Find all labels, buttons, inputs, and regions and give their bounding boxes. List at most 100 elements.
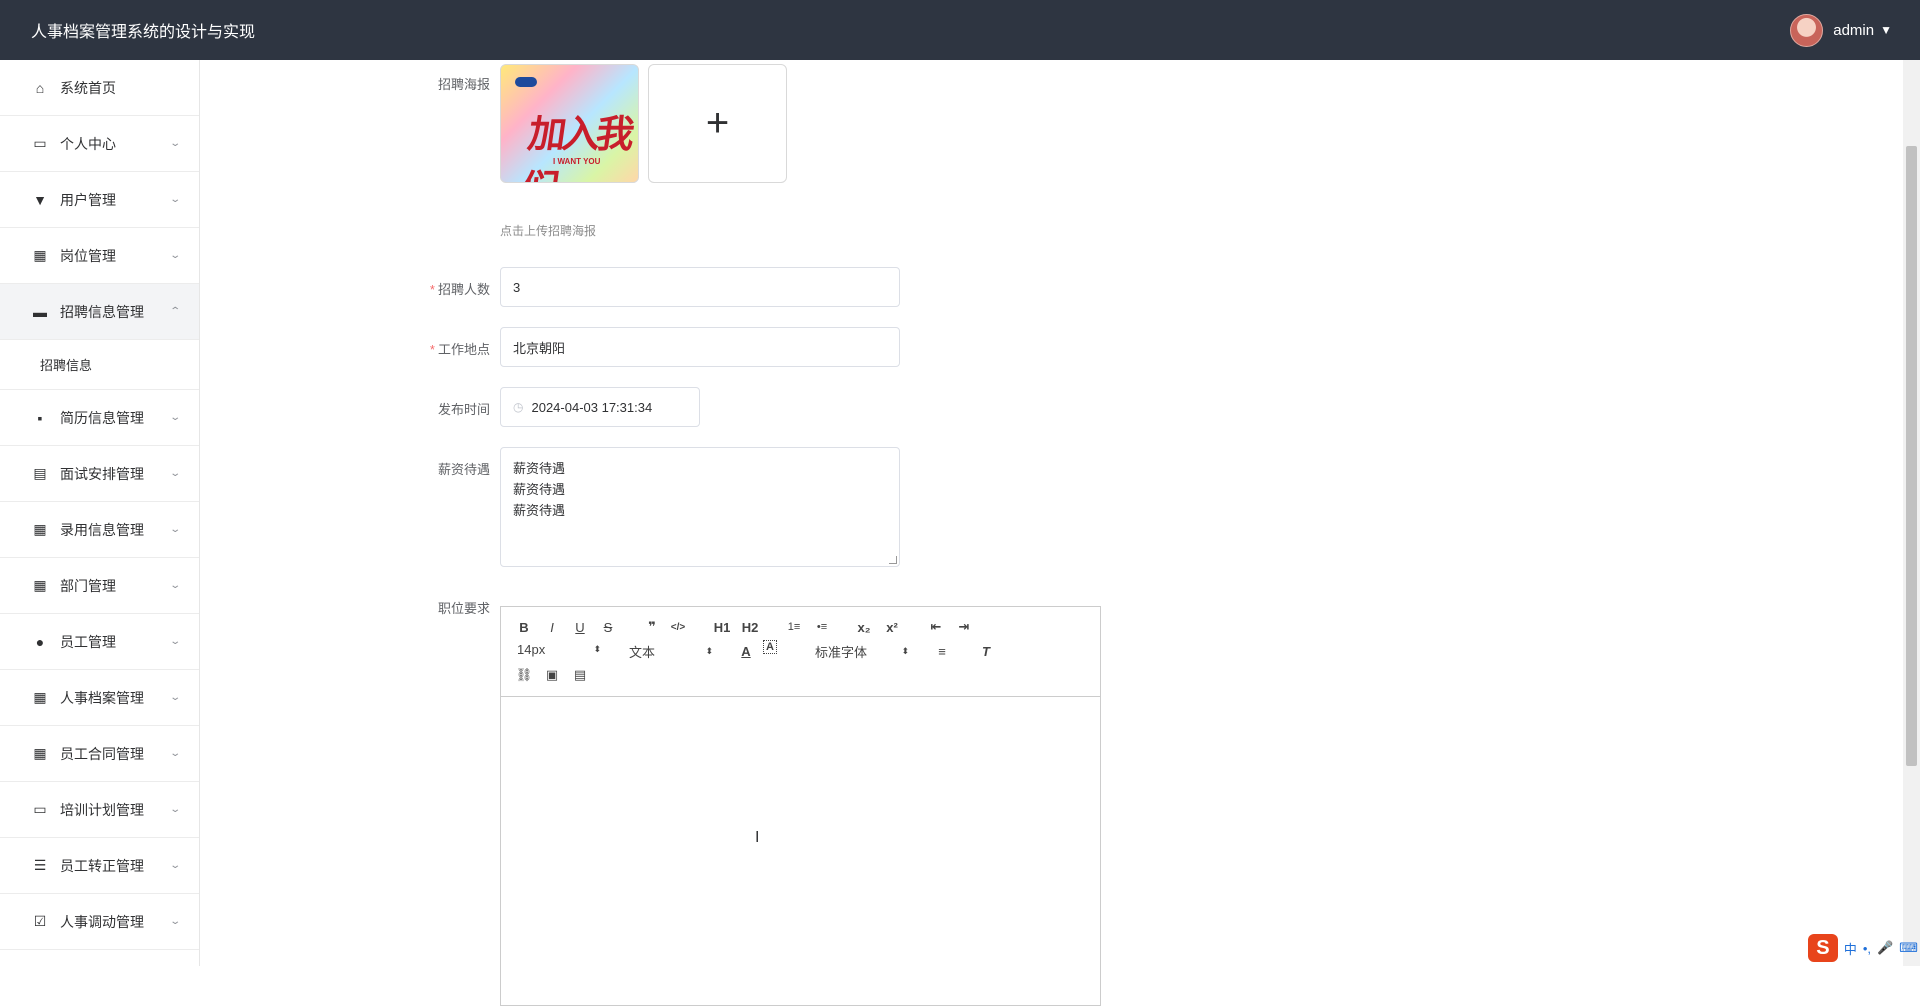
resize-handle[interactable]	[889, 556, 897, 564]
poster-thumbnail[interactable]: 加入我们 I WANT YOU	[500, 64, 639, 183]
italic-button[interactable]: I	[541, 616, 563, 638]
sidebar-item-home[interactable]: ⌂ 系统首页	[0, 60, 199, 116]
h1-button[interactable]: H1	[711, 616, 733, 638]
sidebar-item-hiring[interactable]: ▦ 录用信息管理 ⌄	[0, 502, 199, 558]
app-title: 人事档案管理系统的设计与实现	[31, 24, 256, 41]
avatar[interactable]	[1790, 13, 1824, 47]
sidebar-item-recruitment[interactable]: ▬ 招聘信息管理 ⌃	[0, 284, 199, 340]
editor-body[interactable]	[501, 697, 1100, 1005]
bold-button[interactable]: B	[513, 616, 535, 638]
sidebar-item-regularization[interactable]: ☰ 员工转正管理 ⌄	[0, 838, 199, 894]
heading-select[interactable]: 文本 ⬍	[629, 642, 713, 661]
sidebar-item-positions[interactable]: ▦ 岗位管理 ⌄	[0, 228, 199, 284]
grid-icon: ▦	[33, 745, 47, 761]
font-family-select[interactable]: 标准字体 ⬍	[815, 642, 909, 661]
superscript-button[interactable]: x²	[881, 616, 903, 638]
sidebar-item-hr-files[interactable]: ▦ 人事档案管理 ⌄	[0, 670, 199, 726]
headcount-label-text: 招聘人数	[437, 282, 490, 297]
headcount-input[interactable]: 3	[500, 267, 900, 307]
chevron-down-icon: ⌄	[168, 580, 181, 591]
clipboard-icon: ▤	[33, 465, 47, 481]
location-input[interactable]: 北京朝阳	[500, 327, 900, 367]
blockquote-button[interactable]: ❞	[641, 616, 663, 638]
outdent-button[interactable]: ⇤	[925, 616, 947, 638]
subscript-button[interactable]: x₂	[853, 616, 875, 638]
top-bar: 人事档案管理系统的设计与实现 admin ▼	[0, 0, 1920, 60]
clock-icon: ◷	[513, 400, 524, 414]
font-family-value: 标准字体	[815, 645, 868, 660]
sidebar-item-label: 培训计划管理	[60, 801, 144, 818]
chevron-down-icon: ⌄	[168, 804, 181, 815]
sidebar-item-employees[interactable]: ● 员工管理 ⌄	[0, 614, 199, 670]
briefcase-icon: ▬	[33, 303, 47, 320]
sidebar-item-transfers[interactable]: ☑ 人事调动管理 ⌄	[0, 894, 199, 950]
user-menu[interactable]: admin ▼	[1790, 13, 1892, 47]
chevron-down-icon: ⌄	[168, 412, 181, 423]
salary-textarea[interactable]: 薪资待遇 薪资待遇 薪资待遇	[500, 447, 900, 567]
font-size-select[interactable]: 14px ⬍	[517, 642, 601, 657]
image-icon[interactable]: ▣	[541, 664, 563, 686]
indent-button[interactable]: ⇥	[953, 616, 975, 638]
h2-button[interactable]: H2	[739, 616, 761, 638]
select-arrow-icon: ⬍	[593, 644, 601, 654]
chevron-down-icon: ⌄	[168, 748, 181, 759]
grid-icon: ▦	[33, 247, 47, 263]
caret-down-icon[interactable]: ▼	[1880, 23, 1892, 37]
location-label-text: 工作地点	[437, 342, 490, 357]
submenu-item-recruitment-info[interactable]: 招聘信息	[0, 340, 199, 390]
sidebar-item-contracts[interactable]: ▦ 员工合同管理 ⌄	[0, 726, 199, 782]
location-label: * 工作地点	[200, 339, 490, 358]
microphone-icon[interactable]: 🎤	[1877, 940, 1893, 956]
ime-chinese-mode[interactable]: 中	[1844, 939, 1857, 958]
ime-toolbar[interactable]: S 中 •, 🎤 ⌨	[1807, 934, 1918, 962]
scrollbar[interactable]	[1903, 60, 1920, 966]
form-area: 招聘海报 加入我们 I WANT YOU + 点击上传招聘海报 * 招聘人数 3 …	[200, 60, 1903, 1006]
chat-icon: ▪	[37, 409, 43, 426]
sidebar-item-label: 系统首页	[60, 79, 116, 96]
link-icon[interactable]: ⛓	[513, 664, 535, 686]
upload-button[interactable]: +	[648, 64, 787, 183]
leaf-icon: ●	[35, 633, 45, 650]
bullet-list-button[interactable]: •≡	[811, 616, 833, 638]
upload-hint: 点击上传招聘海报	[500, 224, 597, 238]
heading-value: 文本	[629, 645, 656, 660]
sidebar-item-label: 部门管理	[60, 577, 116, 594]
publish-time-picker[interactable]: ◷ 2024-04-03 17:31:34	[500, 387, 700, 427]
scrollbar-thumb[interactable]	[1906, 146, 1917, 766]
sogou-icon[interactable]: S	[1807, 934, 1838, 962]
sidebar-item-label: 简历信息管理	[60, 409, 144, 426]
rich-text-editor[interactable]: B I U S ❞ </> H1 H2 1≡ •≡ x₂ x² ⇤ ⇥ 14px…	[500, 606, 1101, 1006]
sidebar-item-label: 用户管理	[60, 191, 116, 208]
headcount-value: 3	[513, 279, 521, 295]
text-cursor-icon: I	[755, 829, 760, 846]
background-color-icon[interactable]: A	[763, 640, 777, 654]
keyboard-icon[interactable]: ⌨	[1899, 940, 1918, 956]
sidebar-item-resumes[interactable]: ▪ 简历信息管理 ⌄	[0, 390, 199, 446]
sidebar-item-interviews[interactable]: ▤ 面试安排管理 ⌄	[0, 446, 199, 502]
chevron-down-icon: ⌄	[168, 916, 181, 927]
grid-icon: ▦	[33, 521, 47, 537]
code-block-button[interactable]: </>	[667, 616, 689, 638]
strike-button[interactable]: S	[597, 616, 619, 638]
align-icon[interactable]: ≡	[931, 640, 953, 662]
sidebar-item-departments[interactable]: ▦ 部门管理 ⌄	[0, 558, 199, 614]
sidebar-item-profile[interactable]: ▭ 个人中心 ⌄	[0, 116, 199, 172]
chevron-down-icon: ⌄	[168, 138, 181, 149]
salary-label: 薪资待遇	[437, 462, 490, 477]
font-color-icon[interactable]: A	[735, 640, 757, 662]
publish-time-value: 2024-04-03 17:31:34	[531, 399, 653, 415]
apps-icon: ▦	[33, 689, 47, 705]
logo-icon	[515, 77, 537, 87]
username[interactable]: admin	[1833, 22, 1874, 39]
underline-button[interactable]: U	[569, 616, 591, 638]
sidebar-item-label: 个人中心	[60, 135, 116, 152]
sidebar-item-label: 员工合同管理	[60, 745, 144, 762]
sidebar: ⌂ 系统首页 ▭ 个人中心 ⌄ ▼ 用户管理 ⌄ ▦ 岗位管理 ⌄ ▬ 招聘信息…	[0, 60, 200, 966]
sidebar-item-users[interactable]: ▼ 用户管理 ⌄	[0, 172, 199, 228]
video-icon[interactable]: ▤	[569, 664, 591, 686]
sidebar-item-label: 面试安排管理	[60, 465, 144, 482]
sidebar-item-training[interactable]: ▭ 培训计划管理 ⌄	[0, 782, 199, 838]
clear-format-icon[interactable]: T	[975, 640, 997, 662]
ordered-list-button[interactable]: 1≡	[783, 616, 805, 638]
ime-punctuation[interactable]: •,	[1863, 941, 1871, 956]
